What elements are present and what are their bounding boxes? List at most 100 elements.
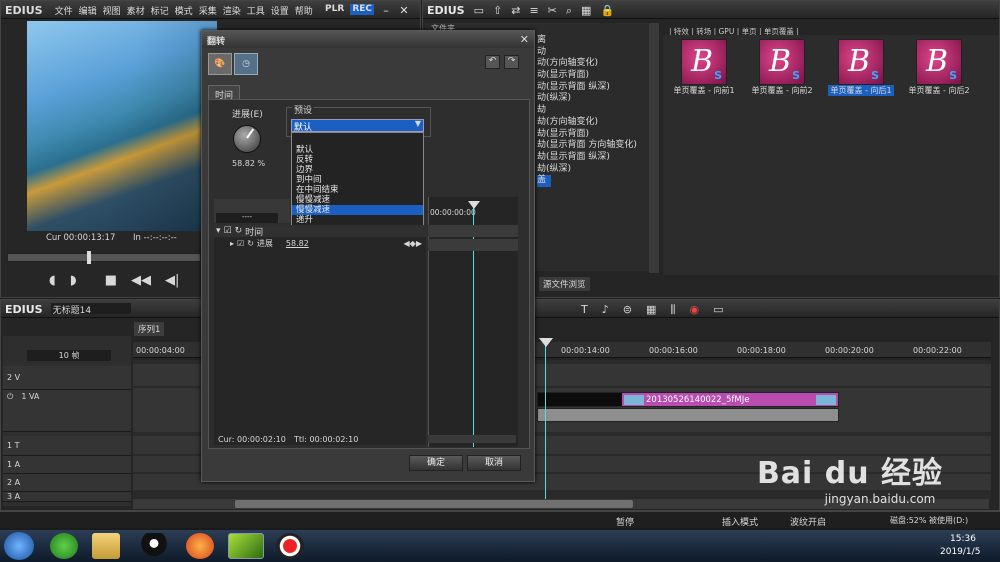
frames-control[interactable]: 10 帧 (27, 350, 111, 361)
preset-option[interactable]: 慢慢减速 (292, 205, 423, 215)
mixer-icon[interactable]: ⫼ (670, 303, 675, 317)
menu-item-4[interactable]: 标记 (151, 4, 169, 17)
thumb-0[interactable]: B S 单页覆盖 - 向前1 (673, 39, 737, 96)
text-tool-icon[interactable]: T (581, 303, 588, 317)
tree-item[interactable]: 动(纵深) (537, 93, 637, 105)
menu-item-5[interactable]: 模式 (175, 4, 193, 17)
audio-icon[interactable]: ⊜ (623, 303, 632, 317)
up-folder-icon[interactable]: ⇧ (493, 4, 502, 17)
tree-item[interactable]: 劫(显示背面 纵深) (537, 152, 637, 164)
preset-option[interactable]: 慢慢减速 (292, 195, 423, 205)
checkbox-icon[interactable]: ☑ (224, 226, 232, 236)
thumb-2[interactable]: B S 单页覆盖 - 向后1 (828, 39, 894, 96)
taskbar-firefox[interactable] (186, 533, 214, 559)
start-button[interactable] (4, 532, 34, 560)
search-icon[interactable]: ⌕ (566, 4, 572, 17)
mark-in-icon[interactable]: ◖ (49, 273, 56, 288)
menu-item-3[interactable]: 素材 (127, 4, 145, 17)
tree-item[interactable]: 离 (537, 35, 637, 47)
tree-item[interactable]: 动(方向轴变化) (537, 58, 637, 70)
folder-icon[interactable]: ▭ (474, 4, 484, 17)
menu-item-8[interactable]: 工具 (247, 4, 265, 17)
tree-item[interactable]: 劫(纵深) (537, 164, 637, 176)
ok-button[interactable]: 确定 (409, 455, 463, 471)
dialog-undo-icon[interactable]: ↶ (485, 55, 500, 69)
dialog-close-icon[interactable]: ✕ (520, 33, 529, 46)
status-ripple[interactable]: 波纹开启 (790, 515, 826, 528)
taskbar-record[interactable] (276, 533, 304, 559)
dialog-tool-clock-icon[interactable]: ◷ (234, 53, 258, 75)
playhead[interactable] (545, 340, 546, 500)
preset-option[interactable]: 边界 (292, 165, 423, 175)
tree-item[interactable]: 劫(方向轴变化) (537, 117, 637, 129)
tree-item[interactable]: 劫(显示背面 方向轴变化) (537, 140, 637, 152)
status-insert-mode[interactable]: 插入模式 (722, 515, 758, 528)
menu-item-0[interactable]: 文件 (55, 4, 73, 17)
dialog-tool-palette-icon[interactable]: 🎨 (208, 53, 232, 75)
mark-out-icon[interactable]: ◗ (70, 273, 77, 288)
taskbar-edius[interactable] (228, 533, 264, 559)
preset-option[interactable]: 递升 (292, 215, 423, 225)
cancel-button[interactable]: 取消 (467, 455, 521, 471)
tree-item[interactable]: 盖 (537, 175, 551, 187)
taskbar-explorer[interactable] (92, 533, 120, 559)
align-icon[interactable]: ≡ (529, 4, 538, 17)
minimize-icon[interactable]: – (380, 4, 392, 17)
color-icon[interactable]: ◉ (689, 303, 699, 317)
transform-icon[interactable]: ⇄ (511, 4, 520, 17)
taskbar-browser[interactable] (50, 533, 78, 559)
video-clip[interactable]: 20130526140022_5fMJe (537, 392, 839, 407)
rec-label[interactable]: REC (350, 4, 374, 15)
source-browser-tab[interactable]: 源文件浏览 (539, 277, 590, 291)
preset-dropdown[interactable]: 默认 ▼ (291, 119, 424, 133)
track-2v[interactable]: 2 V (3, 366, 131, 390)
menu-item-7[interactable]: 渲染 (223, 4, 241, 17)
playhead-marker[interactable] (539, 338, 553, 347)
close-icon[interactable]: ✕ (398, 4, 410, 17)
player-scrub-handle[interactable] (87, 251, 91, 264)
keyframe-cursor-marker[interactable] (468, 201, 480, 209)
mic-icon[interactable]: ♪ (602, 303, 609, 317)
lock-icon[interactable]: 🔒 (600, 4, 614, 17)
player-scrub-bar[interactable] (7, 253, 201, 262)
timeline-scroll-thumb[interactable] (235, 500, 633, 508)
combo-box[interactable]: ---- (216, 213, 278, 223)
tree-row-time[interactable]: ▾ ☑ ↻ 时间 (214, 225, 426, 238)
tree-row-progress[interactable]: ▸ ☑ ↻ 进展 58.82 ◀◆▶ (214, 237, 426, 249)
clip-audio[interactable] (537, 408, 839, 422)
thumb-3[interactable]: B S 单页覆盖 - 向后2 (908, 39, 972, 96)
track-1t[interactable]: 1 T (3, 436, 131, 456)
stop-icon[interactable]: ■ (105, 273, 117, 288)
checkbox-icon[interactable]: ☑ (237, 239, 244, 248)
menu-item-1[interactable]: 编辑 (79, 4, 97, 17)
table-icon[interactable]: ▦ (646, 303, 656, 317)
expand-icon[interactable]: ▸ (230, 239, 234, 248)
menu-item-2[interactable]: 视图 (103, 4, 121, 17)
plr-label[interactable]: PLR (325, 4, 344, 15)
preset-option[interactable]: 默认 (292, 145, 423, 155)
menu-item-9[interactable]: 设置 (271, 4, 289, 17)
tree-scrollbar[interactable] (649, 23, 659, 273)
menu-item-6[interactable]: 采集 (199, 4, 217, 17)
track-1va-toggle[interactable]: ⏻ (7, 392, 13, 402)
tree-item[interactable]: 劫 (537, 105, 637, 117)
tree-item[interactable]: 动 (537, 47, 637, 59)
dialog-redo-icon[interactable]: ↷ (504, 55, 519, 69)
preset-option[interactable]: 在中间结束 (292, 185, 423, 195)
track-1a[interactable]: 1 A (3, 456, 131, 474)
track-1va[interactable]: ⏻ 1 VA (3, 390, 131, 432)
thumb-1[interactable]: B S 单页覆盖 - 向前2 (751, 39, 815, 96)
step-back-icon[interactable]: ◀| (165, 273, 179, 288)
track-2a[interactable]: 2 A (3, 474, 131, 492)
preset-option[interactable]: 到中间 (292, 175, 423, 185)
taskbar-qq[interactable] (140, 533, 168, 559)
progress-knob[interactable] (233, 125, 261, 153)
monitor-icon[interactable]: ▭ (713, 303, 723, 317)
tree-item[interactable]: 劫(显示背面) (537, 129, 637, 141)
keyframe-nav-icon[interactable]: ◀◆▶ (404, 239, 422, 248)
sequence-tab[interactable]: 序列1 (134, 322, 165, 336)
expand-icon[interactable]: ▾ (216, 226, 221, 236)
dialog-h-scrollbar[interactable] (428, 435, 516, 443)
tree-progress-value[interactable]: 58.82 (286, 239, 309, 248)
menu-item-10[interactable]: 帮助 (295, 4, 313, 17)
